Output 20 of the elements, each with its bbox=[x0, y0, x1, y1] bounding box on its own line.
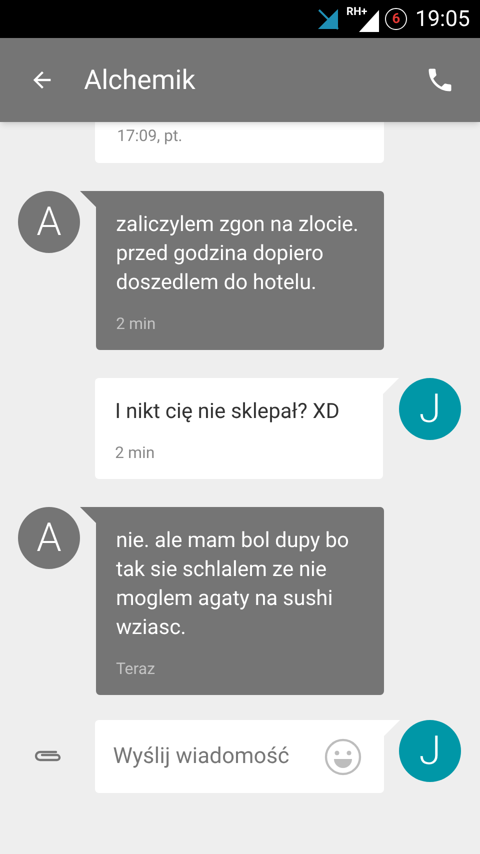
message-input[interactable]: Wyślij wiadomość bbox=[95, 720, 384, 793]
message-text: zaliczylem zgon na zlocie. przed godzina dopiero doszedlem do hotelu. bbox=[116, 212, 360, 297]
message-time: Teraz bbox=[116, 658, 156, 680]
message-time: 2 min bbox=[115, 442, 156, 464]
avatar: J bbox=[399, 378, 461, 440]
signal-off-icon bbox=[316, 7, 340, 31]
message-time: 17:09, pt. bbox=[117, 126, 182, 145]
notification-count: 6 bbox=[392, 12, 400, 26]
network-type: RH+ bbox=[346, 6, 368, 17]
avatar: A bbox=[18, 191, 80, 253]
clock: 19:05 bbox=[415, 6, 470, 34]
avatar: A bbox=[18, 507, 80, 569]
avatar: J bbox=[399, 720, 461, 782]
message-time: 2 min bbox=[116, 313, 157, 335]
smiley-icon[interactable] bbox=[324, 738, 362, 776]
message-text: I nikt cię nie sklepał? XD bbox=[115, 399, 341, 426]
message-text: nie. ale mam bol dupy bo tak sie schlalem ze nie moglem agaty na sushi wziasc. bbox=[116, 528, 350, 642]
contact-name: Alchemik bbox=[84, 62, 196, 98]
input-placeholder: Wyślij wiadomość bbox=[113, 743, 290, 771]
bubble-tail bbox=[384, 720, 400, 736]
